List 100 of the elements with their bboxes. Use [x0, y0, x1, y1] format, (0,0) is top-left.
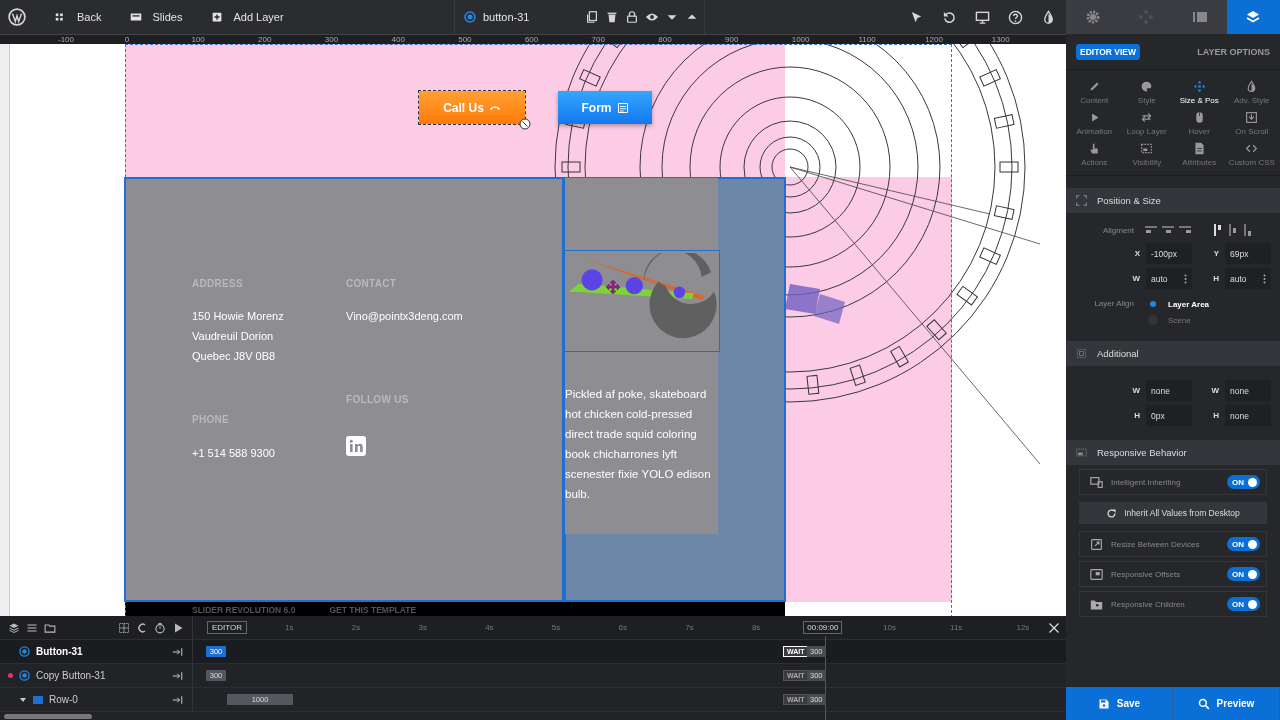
palette-icon [1140, 80, 1154, 93]
current-time: 00:09:00 [803, 621, 843, 634]
setting-label: Responsive Offsets [1111, 569, 1182, 579]
phone-number: +1 514 588 9300 [192, 447, 275, 459]
copy-icon[interactable] [585, 10, 599, 24]
input-field[interactable]: 0px [1146, 405, 1192, 426]
ruler-label: 1000 [791, 35, 810, 44]
trash-icon[interactable] [605, 10, 619, 24]
ruler-label: 700 [591, 35, 605, 44]
timeline-layer-row[interactable]: Button-31 [0, 640, 193, 663]
input-field[interactable]: auto [1146, 268, 1192, 289]
align-horizontal-icon[interactable] [1178, 224, 1192, 236]
layer-option-tab[interactable]: Content [1068, 80, 1121, 105]
layer-option-tab[interactable]: Loop Layer [1120, 111, 1173, 136]
layer-option-tab[interactable]: Adv. Style [1225, 80, 1278, 105]
grid-icon[interactable] [118, 621, 130, 634]
layer-option-tab[interactable]: Animation [1068, 111, 1121, 136]
paragraph-text: Pickled af poke, skateboard hot chicken cold-pressed direct trade squid coloring book chicharrones lyft scenester fixie YOLO edison bulb. [565, 387, 712, 502]
timeline-layer-row[interactable]: Row-0 [0, 688, 193, 711]
folder-icon[interactable] [44, 621, 56, 634]
address-line: 150 Howie Morenz [192, 310, 284, 322]
input-field[interactable]: 69px [1225, 243, 1271, 264]
help-icon[interactable] [1008, 9, 1023, 25]
align-vertical-icon[interactable] [1227, 223, 1239, 237]
editor-view-button[interactable]: EDITOR VIEW [1076, 43, 1141, 60]
layer-option-tab[interactable]: Attributes [1173, 142, 1226, 167]
more-vertical-icon[interactable] [1184, 273, 1187, 284]
setting-label: Resize Between Devices [1111, 539, 1201, 549]
address-line: Vaudreuil Dorion [192, 330, 274, 342]
input-field[interactable]: -100px [1146, 243, 1192, 264]
pointer-icon[interactable] [909, 9, 924, 25]
timeline-layer-row[interactable]: Copy Button-31 [0, 664, 193, 687]
linkedin-icon[interactable] [346, 436, 366, 456]
footer-link[interactable]: SLIDER REVOLUTION 6.0 [192, 605, 296, 615]
preview-button[interactable]: Preview [1173, 687, 1280, 720]
toolbar-button[interactable]: Back [54, 10, 102, 24]
align-horizontal-icon[interactable] [1161, 224, 1175, 236]
play-icon[interactable] [172, 621, 184, 634]
panel-tab[interactable] [1226, 0, 1280, 34]
ruler-label: 0 [124, 35, 130, 44]
form-button[interactable]: Form [558, 91, 652, 124]
radio-option[interactable]: Scene [1148, 315, 1210, 325]
radio-option[interactable]: Layer Area [1148, 299, 1210, 309]
monitor-icon[interactable] [975, 9, 990, 25]
input-field[interactable]: none [1225, 380, 1271, 401]
email-address: Vino@pointx3deng.com [346, 310, 463, 322]
toolbar-button[interactable]: Slides [129, 10, 183, 24]
layer-option-tab[interactable]: On Scroll [1225, 111, 1278, 136]
toolbar-button[interactable]: Add Layer [210, 10, 284, 24]
ruler-label: 900 [725, 35, 739, 44]
ruler-label: -100 [58, 35, 74, 44]
code-icon [1245, 142, 1259, 155]
time-tick-label: 2s [351, 623, 361, 632]
section-header[interactable]: Position & Size [1066, 188, 1280, 213]
list-icon[interactable] [26, 621, 38, 634]
section-header[interactable]: Responsive Behavior [1066, 440, 1280, 465]
align-horizontal-icon[interactable] [1144, 224, 1158, 236]
toggle-switch[interactable]: ON [1227, 475, 1260, 489]
contrast-icon[interactable] [1041, 9, 1056, 25]
ruler-label: 500 [458, 35, 472, 44]
toggle-switch[interactable]: ON [1227, 567, 1260, 581]
field-label: W [1131, 386, 1140, 395]
timer-icon[interactable] [154, 621, 166, 634]
input-field[interactable]: none [1225, 405, 1271, 426]
field-label: Layer Align [1093, 299, 1134, 310]
radio-icon [19, 670, 30, 681]
align-vertical-icon[interactable] [1212, 223, 1224, 237]
footer-link[interactable]: GET THIS TEMPLATE [329, 605, 417, 615]
toggle-switch[interactable]: ON [1227, 537, 1260, 551]
layer-option-tab[interactable]: Actions [1068, 142, 1121, 167]
layer-option-tab[interactable]: Custom CSS [1225, 142, 1278, 167]
field-label: H [1133, 411, 1140, 420]
input-field[interactable]: none [1146, 380, 1192, 401]
caret-icon[interactable] [19, 695, 27, 704]
setting-label: Responsive Children [1111, 599, 1186, 609]
layer-option-tab[interactable]: Visibility [1120, 142, 1173, 167]
lock-icon[interactable] [625, 10, 639, 24]
input-field[interactable]: auto [1225, 268, 1271, 289]
layer-option-tab[interactable]: Style [1120, 80, 1173, 105]
resize-handle-icon[interactable] [519, 118, 531, 130]
layer-option-tab[interactable]: Size & Pos [1173, 80, 1226, 105]
layer-option-tab[interactable]: Hover [1173, 111, 1226, 136]
save-button[interactable]: Save [1066, 687, 1173, 720]
field-label: Aligment [1101, 225, 1134, 235]
toggle-switch[interactable]: ON [1227, 597, 1260, 611]
more-vertical-icon[interactable] [1263, 273, 1266, 284]
ruler-label: 1200 [925, 35, 943, 44]
inherit-button[interactable]: Inherit All Values from Desktop [1079, 502, 1267, 524]
align-vertical-icon[interactable] [1242, 223, 1254, 237]
section-header[interactable]: Additional [1066, 341, 1280, 366]
time-tick-label: 10s [883, 623, 896, 632]
undo-icon[interactable] [942, 9, 957, 25]
layers-icon [1245, 9, 1262, 25]
scrollbar-thumb[interactable] [4, 714, 92, 719]
loop-icon[interactable] [136, 621, 148, 634]
close-icon[interactable] [1048, 622, 1060, 634]
time-tick-label: 4s [485, 623, 494, 632]
layers-icon[interactable] [8, 621, 20, 634]
time-tick-label: 6s [618, 623, 627, 632]
arrow-to-line-icon [172, 645, 184, 658]
